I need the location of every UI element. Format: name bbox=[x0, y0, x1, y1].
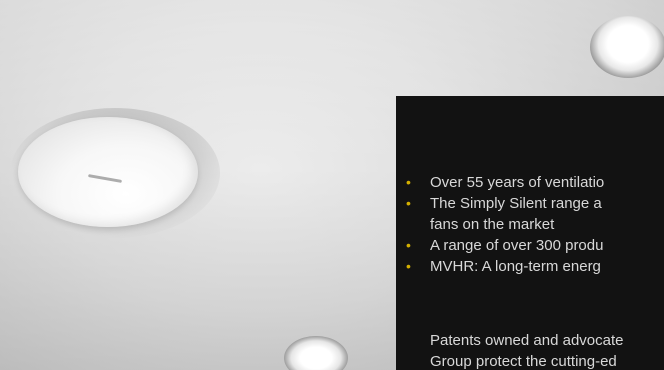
extractor-fan-icon bbox=[18, 117, 198, 227]
paragraph-line: Group protect the cutting-ed bbox=[430, 353, 617, 370]
bullet-marker: • bbox=[406, 258, 411, 274]
list-item: • MVHR: A long-term energ bbox=[406, 256, 664, 277]
bullet-marker: • bbox=[406, 174, 411, 190]
downlight-icon bbox=[590, 16, 664, 78]
bullet-marker: • bbox=[406, 195, 411, 211]
list-item: • Over 55 years of ventilatio bbox=[406, 172, 664, 193]
list-item: • The Simply Silent range a fans on the … bbox=[406, 193, 664, 235]
bullet-marker: • bbox=[406, 237, 411, 253]
hero-image: • Over 55 years of ventilatio • The Simp… bbox=[0, 0, 664, 370]
description-paragraph: Patents owned and advocate Group protect… bbox=[430, 330, 664, 370]
list-item-text: A range of over 300 produ bbox=[430, 237, 604, 254]
list-item-text: The Simply Silent range a bbox=[430, 195, 602, 212]
info-panel: • Over 55 years of ventilatio • The Simp… bbox=[396, 96, 664, 370]
list-item-text: Over 55 years of ventilatio bbox=[430, 174, 605, 191]
paragraph-line: Patents owned and advocate bbox=[430, 332, 624, 349]
list-item-text: MVHR: A long-term energ bbox=[430, 258, 601, 275]
list-item: • A range of over 300 produ bbox=[406, 235, 664, 256]
feature-list: • Over 55 years of ventilatio • The Simp… bbox=[406, 172, 664, 277]
list-item-text-continued: fans on the market bbox=[430, 216, 555, 233]
